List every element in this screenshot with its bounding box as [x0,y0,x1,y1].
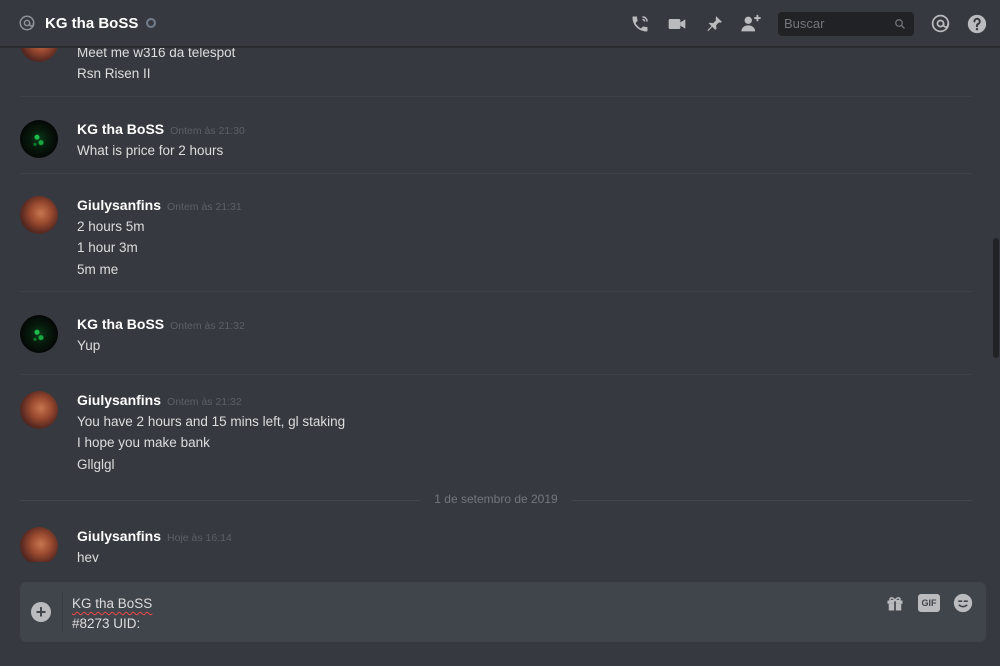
message-text: hey [77,550,99,562]
scrollbar-thumb[interactable] [993,238,999,358]
message-input-line: KG tha BoSS [72,596,153,611]
message-timestamp: Ontem às 21:30 [170,125,245,137]
message-author[interactable]: Giulysanfins Hoje às 16:14 [77,528,232,544]
scrollbar[interactable] [992,48,1000,562]
date-separator: 1 de setembro de 2019 [20,492,972,506]
avatar[interactable] [20,315,58,353]
message-timestamp: Ontem às 21:31 [167,201,242,213]
message-composer[interactable]: + KG tha BoSS #8273 UID: GIF [20,582,986,642]
gift-icon[interactable] [884,592,906,614]
message-author[interactable]: KG tha BoSS Ontem às 21:32 [77,316,245,332]
avatar[interactable] [20,391,58,429]
message-text: 2 hours 5m [77,219,145,234]
message-text: You have 2 hours and 15 mins left, gl st… [77,414,346,429]
offline-status-icon [146,18,157,28]
message-text: Meet me w316 da telespot [77,48,236,60]
message-text: Yup [77,338,101,353]
composer-tools: GIF [872,592,974,614]
date-separator-line [572,500,972,501]
message-input-line: #8273 UID: [72,616,141,631]
message-author[interactable]: Giulysanfins Ontem às 21:32 [77,392,242,408]
avatar[interactable] [20,48,58,62]
mention-icon[interactable] [929,13,951,35]
search-icon [894,18,906,30]
message-author[interactable]: KG tha BoSS Ontem às 21:30 [77,121,245,137]
message-timestamp: Hoje às 16:14 [167,532,232,544]
message-text: I hope you make bank [77,435,210,450]
help-icon[interactable] [966,13,988,35]
pin-icon[interactable] [703,13,725,35]
emoji-icon[interactable] [952,592,974,614]
plus-icon[interactable]: + [31,602,51,622]
header-toolbar [614,0,988,47]
channel-header: KG tha BoSS [0,0,1000,47]
at-icon [18,14,36,32]
search-box[interactable] [778,11,914,36]
message-text: 5m me [77,262,119,277]
search-input[interactable] [784,16,884,31]
avatar[interactable] [20,527,58,562]
message-divider [20,96,972,97]
date-separator-label: 1 de setembro de 2019 [434,492,558,506]
message-divider [20,173,972,174]
message-input[interactable]: KG tha BoSS #8273 UID: [72,594,152,634]
message-timestamp: Ontem às 21:32 [170,320,245,332]
avatar[interactable] [20,196,58,234]
message-divider [20,291,972,292]
message-text: 1 hour 3m [77,240,138,255]
message-text: What is price for 2 hours [77,143,224,158]
composer-divider [62,592,63,632]
message-timestamp: Ontem às 21:32 [167,396,242,408]
video-icon[interactable] [666,13,688,35]
add-friend-icon[interactable] [740,13,762,35]
message-text: Rsn Risen II [77,66,151,81]
avatar[interactable] [20,120,58,158]
message-divider [20,374,972,375]
gif-icon[interactable]: GIF [918,592,940,614]
message-list[interactable]: Meet me w316 da telespot Rsn Risen II KG… [0,48,990,562]
message-text: Gllglgl [77,457,115,472]
call-icon[interactable] [629,13,651,35]
message-author[interactable]: Giulysanfins Ontem às 21:31 [77,197,242,213]
channel-title: KG tha BoSS [45,14,139,32]
